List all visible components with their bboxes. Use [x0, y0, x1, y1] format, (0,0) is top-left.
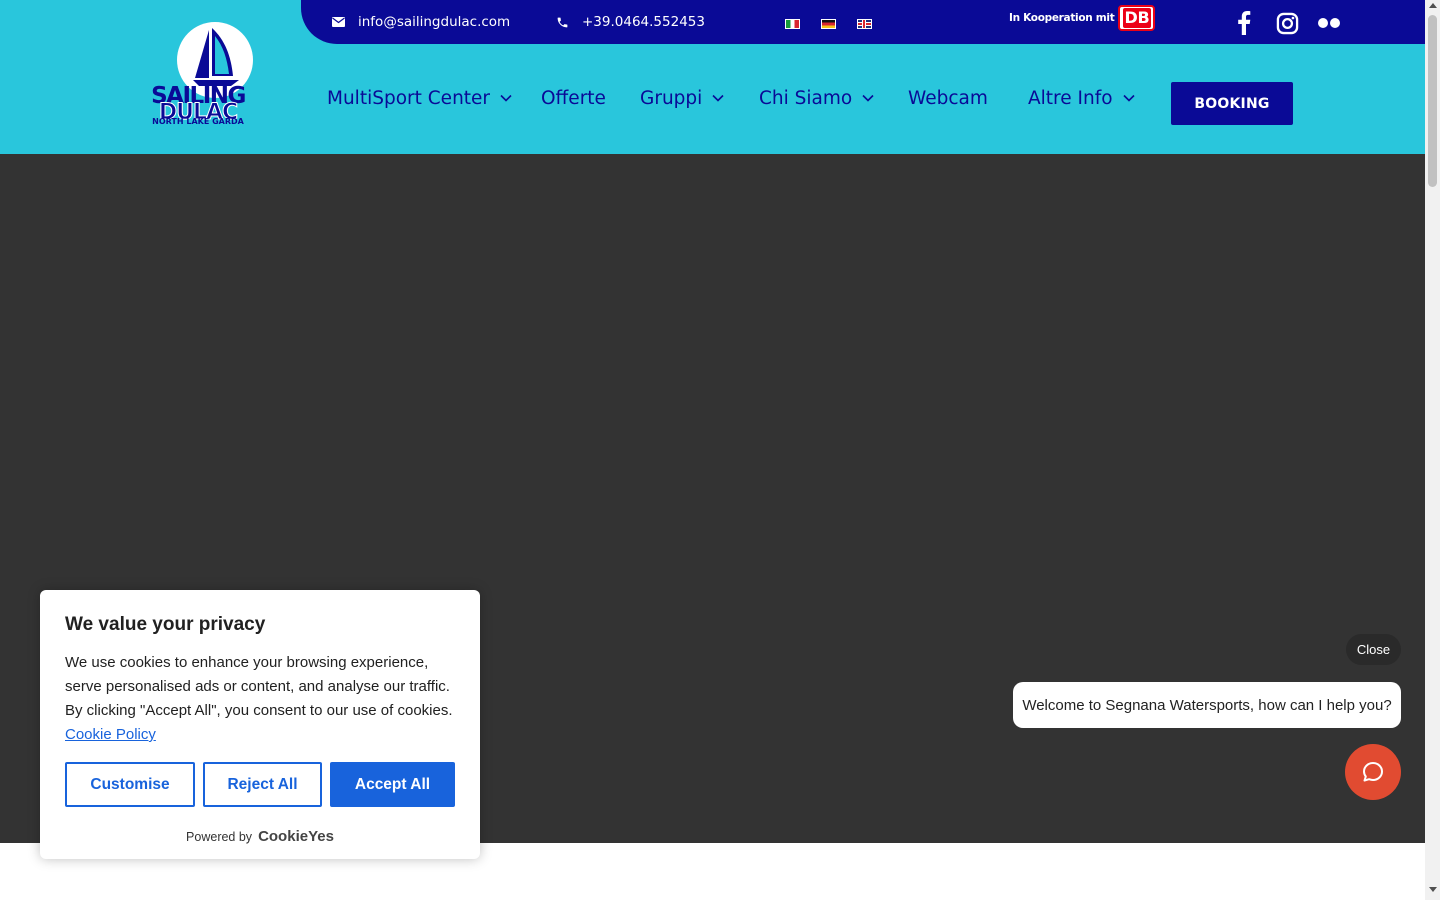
cookieyes-logo[interactable]: CookieYes	[258, 828, 334, 845]
nav-label: Webcam	[908, 87, 988, 109]
facebook-icon[interactable]	[1231, 10, 1257, 36]
cookie-policy-link[interactable]: Cookie Policy	[65, 726, 156, 743]
chevron-down-icon	[1122, 94, 1135, 102]
top-bar: info@sailingdulac.com +39.0464.552453 In…	[301, 0, 1425, 44]
scroll-down-arrow-icon[interactable]	[1429, 887, 1437, 892]
nav-label: MultiSport Center	[327, 87, 491, 109]
nav-item-chi-siamo[interactable]: Chi Siamo	[759, 76, 874, 120]
db-cooperation-badge[interactable]: In Kooperation mit DB	[1009, 5, 1156, 31]
logo-tagline: NORTH LAKE GARDA	[152, 117, 244, 126]
chat-launcher-button[interactable]	[1345, 744, 1401, 800]
cookie-description: We use cookies to enhance your browsing …	[65, 651, 460, 747]
db-logo: DB	[1118, 5, 1156, 31]
phone-link[interactable]: +39.0464.552453	[556, 0, 705, 44]
chevron-down-icon	[862, 94, 874, 102]
db-logo-text: DB	[1122, 8, 1152, 28]
powered-by-text: Powered by	[186, 829, 253, 844]
phone-icon	[557, 17, 568, 27]
scrollbar-thumb[interactable]	[1428, 15, 1437, 187]
instagram-icon[interactable]	[1274, 10, 1300, 36]
nav-label: Altre Info	[1028, 87, 1113, 109]
nav-item-gruppi[interactable]: Gruppi	[640, 76, 724, 120]
booking-button[interactable]: BOOKING	[1171, 82, 1293, 125]
cookie-consent-banner: We value your privacy We use cookies to …	[40, 590, 480, 859]
chevron-down-icon	[500, 94, 512, 102]
chat-bubble-icon	[1363, 762, 1383, 782]
nav-item-multisport-center[interactable]: MultiSport Center	[327, 76, 512, 120]
customise-button[interactable]: Customise	[65, 762, 195, 807]
site-header: info@sailingdulac.com +39.0464.552453 In…	[0, 0, 1425, 154]
nav-item-offerte[interactable]: Offerte	[541, 76, 606, 120]
cooperation-text: In Kooperation mit	[1009, 12, 1115, 24]
site-logo[interactable]: SAILING DULAC NORTH LAKE GARDA	[139, 20, 256, 127]
nav-item-altre-info[interactable]: Altre Info	[1028, 76, 1135, 120]
language-italian-flag[interactable]	[785, 19, 800, 29]
language-english-flag[interactable]	[857, 19, 872, 29]
language-german-flag[interactable]	[821, 19, 836, 29]
nav-item-webcam[interactable]: Webcam	[908, 76, 988, 120]
powered-by: Powered by CookieYes	[40, 828, 480, 845]
chevron-down-icon	[712, 94, 724, 102]
chat-welcome-bubble[interactable]: Welcome to Segnana Watersports, how can …	[1013, 682, 1401, 728]
nav-label: Gruppi	[640, 87, 703, 109]
accept-all-button[interactable]: Accept All	[330, 762, 455, 807]
phone-text: +39.0464.552453	[582, 14, 705, 30]
email-text: info@sailingdulac.com	[358, 14, 511, 30]
page-scrollbar[interactable]	[1425, 0, 1440, 900]
envelope-icon	[332, 17, 345, 27]
chat-close-button[interactable]: Close	[1346, 634, 1401, 665]
cookie-text: We use cookies to enhance your browsing …	[65, 654, 453, 719]
cookie-title: We value your privacy	[65, 614, 266, 635]
nav-label: Offerte	[541, 87, 606, 109]
reject-all-button[interactable]: Reject All	[203, 762, 322, 807]
nav-label: Chi Siamo	[759, 87, 853, 109]
flickr-icon[interactable]	[1316, 10, 1342, 36]
scroll-up-arrow-icon[interactable]	[1429, 3, 1437, 8]
sailboat-icon	[193, 28, 239, 86]
email-link[interactable]: info@sailingdulac.com	[332, 0, 510, 44]
